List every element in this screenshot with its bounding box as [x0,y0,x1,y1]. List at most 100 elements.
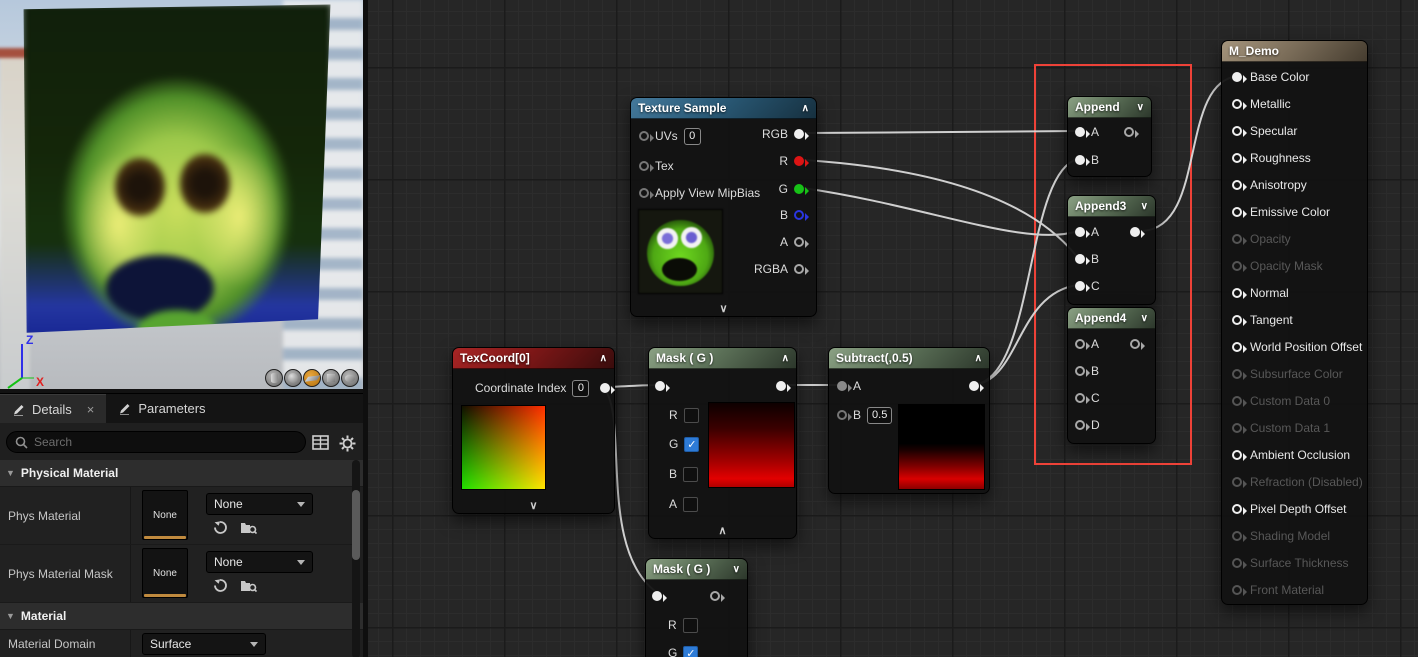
append4-output[interactable] [1130,335,1140,353]
browse-asset-icon[interactable] [240,520,257,535]
pin-out[interactable] [710,591,720,601]
collapse-icon[interactable]: ∧ [649,524,796,537]
node-texture-sample[interactable]: Texture Sample ∧ UVs 0 Tex Apply View Mi… [630,97,817,317]
result-pin-metallic[interactable]: Metallic [1232,94,1291,114]
output-rgba[interactable]: RGBA [754,260,804,278]
channel-b-checkbox[interactable] [683,467,698,482]
append4-input-a[interactable]: A [1075,335,1099,353]
pin-in[interactable] [652,591,662,601]
pin[interactable] [1232,99,1242,109]
node-append3[interactable]: Append3 ∨ A B C [1067,195,1156,305]
pin-a[interactable] [837,381,847,391]
result-pin-emissive-color[interactable]: Emissive Color [1232,202,1330,222]
mask-input[interactable] [655,377,665,395]
pin[interactable] [1232,342,1242,352]
use-selected-asset-icon[interactable] [212,520,228,535]
input-tex[interactable]: Tex [639,157,674,175]
pin[interactable] [1232,126,1242,136]
channel-a-checkbox[interactable] [683,497,698,512]
shape-sphere-button[interactable] [284,369,302,387]
phys-material-dropdown[interactable]: None [206,493,313,515]
append4-input-d[interactable]: D [1075,416,1100,434]
phys-material-thumbnail[interactable]: None [142,490,188,540]
pin[interactable] [1232,288,1242,298]
output-a[interactable]: A [780,233,804,251]
node-header[interactable]: Append3 ∨ [1068,196,1155,217]
mask-output[interactable] [776,377,786,395]
pin-out[interactable] [600,383,610,393]
node-mask-g[interactable]: Mask ( G ) ∧ R G ✓ B A ∧ [648,347,797,539]
tab-details[interactable]: Details × [0,394,106,423]
pin-r[interactable] [794,156,804,166]
expand-icon[interactable]: ∨ [1137,97,1144,118]
result-pin-world-position-offset[interactable]: World Position Offset [1232,337,1362,357]
node-header[interactable]: TexCoord[0] ∧ [453,348,614,369]
pin[interactable] [1232,207,1242,217]
expand-icon[interactable]: ∨ [453,499,614,512]
append4-input-c[interactable]: C [1075,389,1100,407]
pin-a[interactable] [1075,339,1085,349]
uvs-value-box[interactable]: 0 [684,128,701,145]
result-pin-ambient-occlusion[interactable]: Ambient Occlusion [1232,445,1350,465]
pin-b[interactable] [1075,366,1085,376]
pin-out[interactable] [776,381,786,391]
pin-uvs[interactable] [639,131,649,141]
append3-input-b[interactable]: B [1075,250,1099,268]
pin-b[interactable] [1075,254,1085,264]
result-pin-anisotropy[interactable]: Anisotropy [1232,175,1307,195]
pin-b[interactable] [794,210,804,220]
result-pin-normal[interactable]: Normal [1232,283,1289,303]
node-header[interactable]: Append4 ∨ [1068,308,1155,329]
pin-d[interactable] [1075,420,1085,430]
subtract-output[interactable] [969,377,979,395]
append3-output[interactable] [1130,223,1140,241]
result-pin-pixel-depth-offset[interactable]: Pixel Depth Offset [1232,499,1347,519]
result-pin-roughness[interactable]: Roughness [1232,148,1311,168]
pin[interactable] [1232,504,1242,514]
append-input-b[interactable]: B [1075,151,1099,169]
channel-g-checkbox[interactable]: ✓ [684,437,699,452]
pin[interactable] [1232,450,1242,460]
append4-input-b[interactable]: B [1075,362,1099,380]
pin-out[interactable] [969,381,979,391]
output-r[interactable]: R [779,152,804,170]
pin-g[interactable] [794,184,804,194]
material-domain-dropdown[interactable]: Surface [142,633,266,655]
pin-b[interactable] [1075,155,1085,165]
input-uvs[interactable]: UVs 0 [639,127,701,145]
pin-a[interactable] [1075,127,1085,137]
channel-g-checkbox[interactable]: ✓ [683,646,698,657]
pin-rgba[interactable] [794,264,804,274]
expand-icon[interactable]: ∨ [631,302,816,315]
pin-c[interactable] [1075,393,1085,403]
expand-icon[interactable]: ∨ [1141,196,1148,217]
texcoord-output[interactable] [600,379,610,397]
material-graph-canvas[interactable]: Texture Sample ∧ UVs 0 Tex Apply View Mi… [363,0,1418,657]
output-b[interactable]: B [780,206,804,224]
pin-b[interactable] [837,410,847,420]
use-selected-asset-icon[interactable] [212,578,228,593]
search-input[interactable] [34,435,264,449]
pin[interactable] [1232,72,1242,82]
node-append4[interactable]: Append4 ∨ A B C D [1067,307,1156,444]
search-box[interactable] [6,431,306,453]
pin-c[interactable] [1075,281,1085,291]
result-pin-tangent[interactable]: Tangent [1232,310,1293,330]
channel-r-checkbox[interactable] [683,618,698,633]
pin[interactable] [1232,315,1242,325]
node-header[interactable]: Append ∨ [1068,97,1151,118]
pin-mipbias[interactable] [639,188,649,198]
pin[interactable] [1232,153,1242,163]
pin-a[interactable] [794,237,804,247]
node-texcoord[interactable]: TexCoord[0] ∧ Coordinate Index 0 ∨ [452,347,615,514]
result-pin-base-color[interactable]: Base Color [1232,67,1309,87]
pin-out[interactable] [1130,227,1140,237]
append-input-a[interactable]: A [1075,123,1099,141]
phys-material-mask-dropdown[interactable]: None [206,551,313,573]
b-value-box[interactable]: 0.5 [867,407,892,424]
browse-asset-icon[interactable] [240,578,257,593]
preview-viewport[interactable]: Z X [0,0,363,393]
coordinate-index-value[interactable]: 0 [572,380,589,397]
pin-out[interactable] [1130,339,1140,349]
output-rgb[interactable]: RGB [762,125,804,143]
